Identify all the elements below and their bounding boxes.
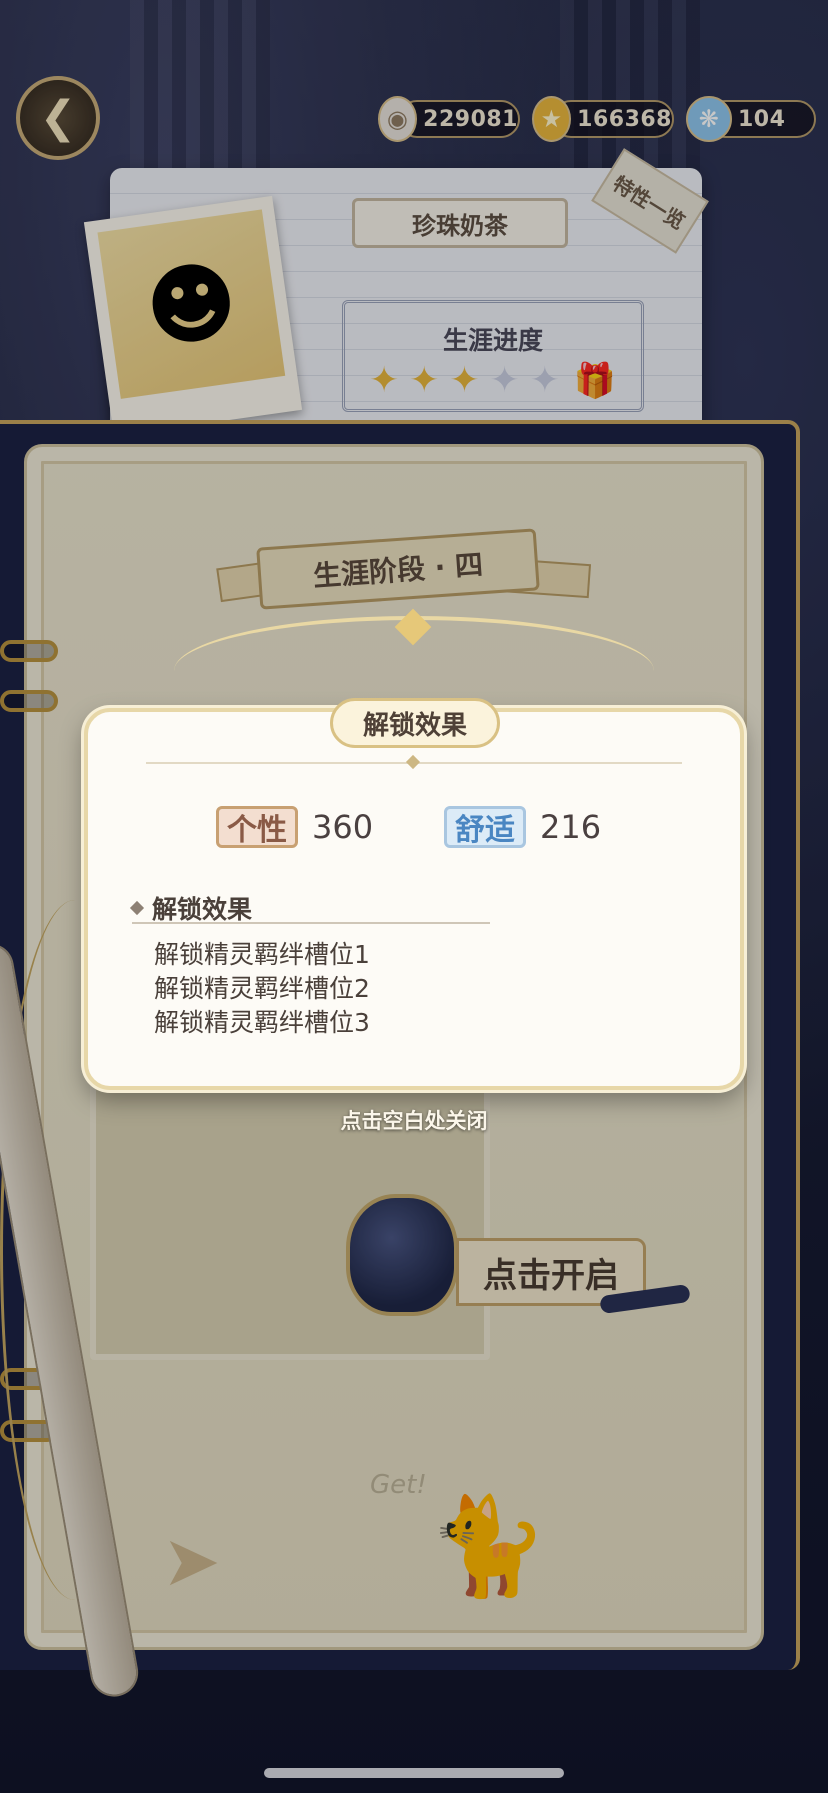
stat-personality: 个性 360	[216, 806, 373, 848]
stat-comfort-badge: 舒适	[444, 806, 526, 848]
close-hint: 点击空白处关闭	[340, 1109, 488, 1133]
unlock-effect-item: 解锁精灵羁绊槽位1	[154, 940, 370, 969]
unlock-effect-item: 解锁精灵羁绊槽位3	[154, 1008, 370, 1037]
popup-title-plate: 解锁效果	[330, 698, 500, 748]
stat-comfort: 舒适 216	[444, 806, 601, 848]
stat-personality-badge: 个性	[216, 806, 298, 848]
section-underline	[132, 922, 490, 924]
stat-comfort-value: 216	[540, 808, 602, 846]
popup-title: 解锁效果	[362, 710, 467, 741]
stat-personality-value: 360	[312, 808, 374, 846]
unlock-section-heading: 解锁效果	[129, 890, 253, 926]
unlock-effect-item: 解锁精灵羁绊槽位2	[154, 974, 370, 1003]
unlock-effects-list: 解锁精灵羁绊槽位1 解锁精灵羁绊槽位2 解锁精灵羁绊槽位3	[154, 938, 370, 1040]
diamond-bullet-icon	[129, 900, 145, 916]
unlock-section-title: 解锁效果	[152, 895, 253, 924]
home-indicator[interactable]	[264, 1768, 564, 1778]
